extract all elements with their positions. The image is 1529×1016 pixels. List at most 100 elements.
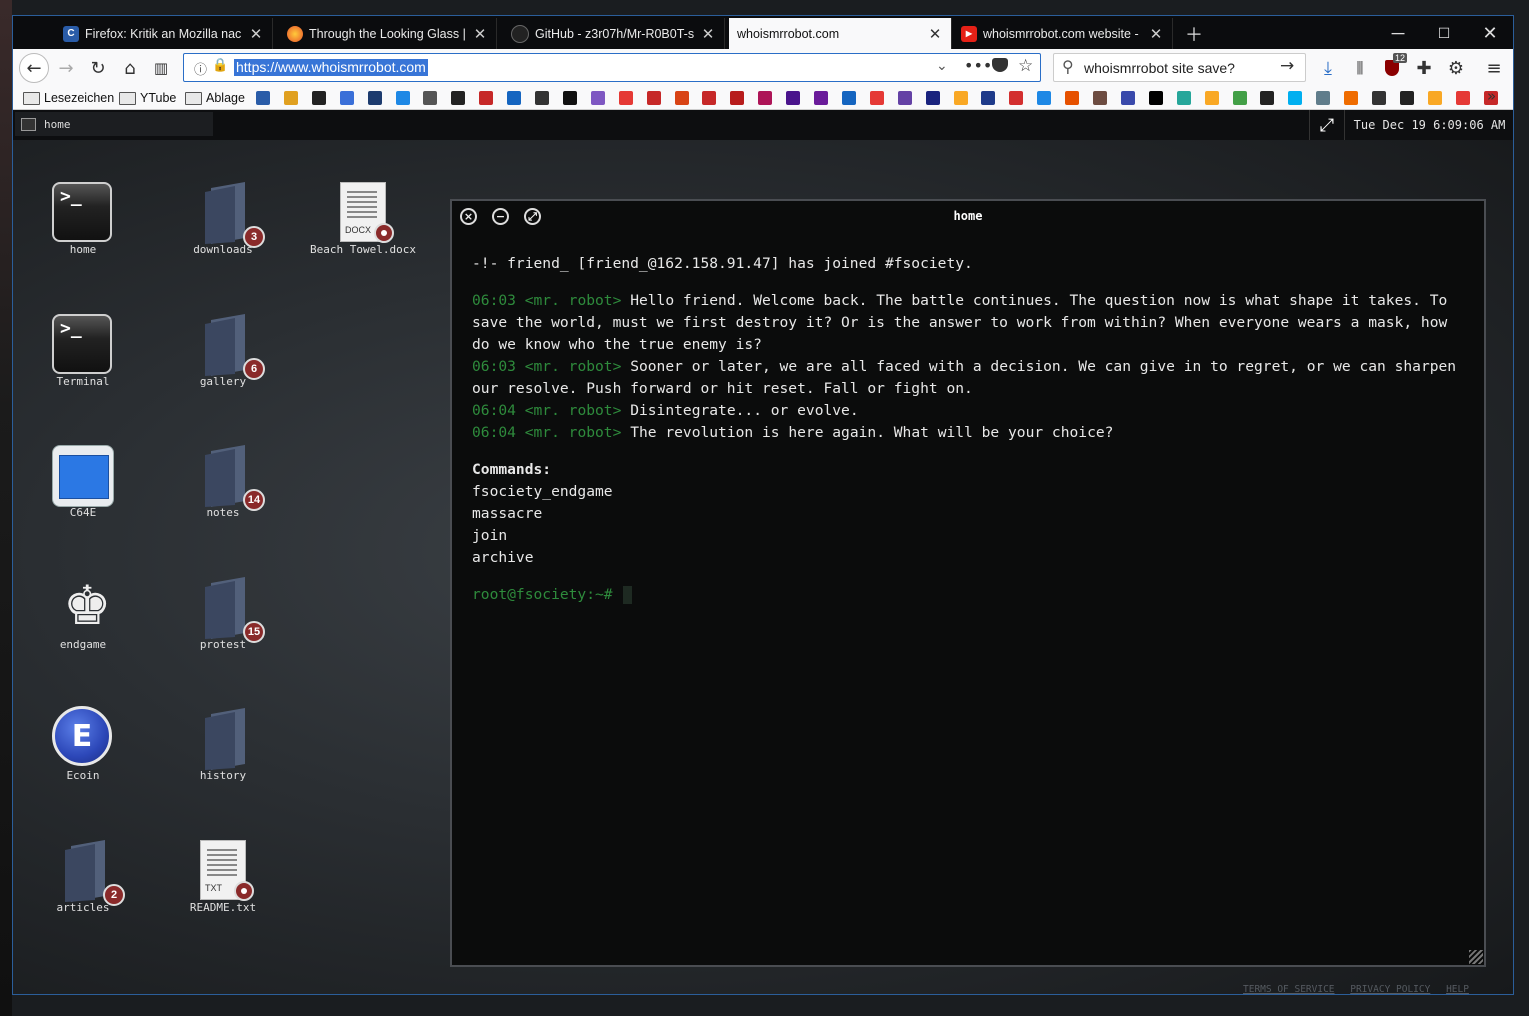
resize-handle[interactable] xyxy=(1469,950,1483,964)
terminal-close-icon[interactable]: × xyxy=(460,208,477,225)
puzzle-icon[interactable]: ✚ xyxy=(1409,53,1439,83)
bookmark-favicon-icon[interactable] xyxy=(562,91,577,105)
bookmark-favicon-icon[interactable] xyxy=(1344,91,1359,105)
window-close-button[interactable]: ✕ xyxy=(1471,18,1509,49)
tab-close-icon[interactable]: ✕ xyxy=(927,25,943,43)
new-tab-button[interactable]: ＋ xyxy=(1175,18,1213,49)
bookmark-favicon-icon[interactable] xyxy=(507,91,522,105)
bookmark-favicon-icon[interactable] xyxy=(1204,91,1219,105)
bookmark-favicon-icon[interactable] xyxy=(925,91,940,105)
bookmark-favicon-icon[interactable] xyxy=(395,91,410,105)
downloads-icon[interactable]: ⤓ xyxy=(1313,53,1343,83)
bookmark-favicon-icon[interactable] xyxy=(1455,91,1470,105)
home-button[interactable]: ⌂ xyxy=(115,53,145,83)
bookmark-favicon-icon[interactable] xyxy=(702,91,717,105)
sidebar-toggle-icon[interactable]: ▥ xyxy=(146,53,176,83)
bookmark-favicon-icon[interactable] xyxy=(814,91,828,105)
desktop-icon-beach-towel[interactable]: DOCX Beach Towel.docx xyxy=(303,161,423,271)
desktop-icon-readme[interactable]: TXT README.txt xyxy=(163,819,283,929)
bookmark-favicon-icon[interactable] xyxy=(1037,91,1052,105)
terminal-minimize-icon[interactable]: − xyxy=(492,208,509,225)
command-item[interactable]: fsociety_endgame xyxy=(472,481,1472,503)
library-icon[interactable]: ⫼ xyxy=(1345,53,1375,83)
bookmark-favicon-icon[interactable] xyxy=(1288,91,1303,105)
reload-button[interactable]: ↻ xyxy=(83,53,113,83)
desktop-icon-home[interactable]: >_ home xyxy=(23,161,143,271)
bookmark-favicon-icon[interactable] xyxy=(590,91,605,105)
bookmark-favicon-icon[interactable] xyxy=(1399,91,1414,105)
bookmark-favicon-icon[interactable] xyxy=(1232,91,1247,105)
terms-of-service-link[interactable]: TERMS OF SERVICE xyxy=(1243,984,1335,995)
bookmark-favicon-icon[interactable] xyxy=(1372,91,1386,105)
bookmark-favicon-icon[interactable] xyxy=(981,91,996,105)
command-item[interactable]: archive xyxy=(472,547,1472,569)
tab-close-icon[interactable]: ✕ xyxy=(1148,25,1164,43)
url-text[interactable]: https://www.whoismrrobot.com xyxy=(234,59,428,76)
bookmark-favicon-icon[interactable] xyxy=(869,91,884,105)
menu-icon[interactable]: ≡ xyxy=(1479,53,1509,83)
bookmark-favicon-icon[interactable] xyxy=(953,91,968,105)
bookmark-favicon-icon[interactable] xyxy=(674,91,689,105)
command-item[interactable]: massacre xyxy=(472,503,1472,525)
bookmark-folder-ablage[interactable]: Ablage xyxy=(185,89,245,107)
info-icon[interactable]: ⓘ xyxy=(194,59,207,78)
terminal-titlebar[interactable]: home × − ⤢ xyxy=(452,201,1484,231)
search-bar[interactable]: ⚲ whoismrrobot site save? → xyxy=(1053,53,1306,82)
bookmark-folder-ytube[interactable]: YTube xyxy=(119,89,176,107)
bookmark-folder-lesezeichen[interactable]: Lesezeichen xyxy=(23,89,114,107)
page-actions-icon[interactable]: ••• xyxy=(964,56,992,75)
desktop-icon-history[interactable]: history xyxy=(163,687,283,797)
bookmark-favicon-icon[interactable] xyxy=(1427,91,1442,105)
terminal-maximize-icon[interactable]: ⤢ xyxy=(524,208,541,225)
bookmark-favicon-icon[interactable] xyxy=(535,91,549,105)
bookmark-favicon-icon[interactable] xyxy=(451,91,466,105)
lock-icon[interactable]: 🔒 xyxy=(212,58,228,73)
bookmark-favicon-icon[interactable] xyxy=(897,91,912,105)
chevron-down-icon[interactable]: ⌄ xyxy=(936,58,948,74)
desktop-icon-notes[interactable]: 14 notes xyxy=(163,424,283,534)
bookmark-favicon-icon[interactable] xyxy=(367,91,382,105)
gear-icon[interactable]: ⚙ xyxy=(1441,53,1471,83)
bookmark-favicon-icon[interactable] xyxy=(841,91,856,105)
bookmark-favicon-icon[interactable] xyxy=(1316,91,1331,105)
fullscreen-icon[interactable]: ⤢ xyxy=(1309,110,1344,140)
bookmark-favicon-icon[interactable] xyxy=(1120,91,1135,105)
desktop-icon-terminal[interactable]: >_ Terminal xyxy=(23,293,143,403)
bookmark-favicon-icon[interactable] xyxy=(256,91,270,105)
bookmark-favicon-icon[interactable] xyxy=(646,91,661,105)
bookmark-favicon-icon[interactable] xyxy=(730,91,745,105)
pocket-icon[interactable] xyxy=(992,58,1008,72)
back-button[interactable]: ← xyxy=(19,53,49,83)
desktop-icon-c64e[interactable]: C64E xyxy=(23,424,143,534)
tab-firefox-kritik[interactable]: C Firefox: Kritik an Mozilla nach V ✕ xyxy=(55,18,273,49)
bookmark-favicon-icon[interactable] xyxy=(283,91,298,105)
maximize-button[interactable]: ☐ xyxy=(1425,18,1463,49)
desktop-icon-gallery[interactable]: 6 gallery xyxy=(163,293,283,403)
bookmark-favicon-icon[interactable] xyxy=(758,91,773,105)
ublock-icon[interactable]: 12 xyxy=(1377,53,1408,83)
bookmark-favicon-icon[interactable] xyxy=(1093,91,1107,105)
help-link[interactable]: HELP xyxy=(1446,984,1469,995)
tab-github[interactable]: GitHub - z3r07h/Mr-R0B0T-s03 ✕ xyxy=(503,18,725,49)
tab-youtube[interactable]: ▶ whoismrrobot.com website - Yo ✕ xyxy=(953,18,1173,49)
bookmark-favicon-icon[interactable] xyxy=(311,91,326,105)
desktop-icon-articles[interactable]: 2 articles xyxy=(23,819,143,929)
bookmark-star-icon[interactable]: ☆ xyxy=(1018,56,1033,76)
search-go-icon[interactable]: → xyxy=(1280,56,1294,76)
bookmark-favicon-icon[interactable] xyxy=(1176,91,1191,105)
tab-looking-glass[interactable]: Through the Looking Glass | Hi ✕ xyxy=(279,18,497,49)
bookmark-favicon-icon[interactable] xyxy=(1148,91,1163,105)
tab-close-icon[interactable]: ✕ xyxy=(248,25,264,43)
desktop-icon-protest[interactable]: 15 protest xyxy=(163,556,283,666)
privacy-policy-link[interactable]: PRIVACY POLICY xyxy=(1350,984,1430,995)
minimize-button[interactable]: ─ xyxy=(1379,18,1417,49)
tab-close-icon[interactable]: ✕ xyxy=(700,25,716,43)
bookmark-favicon-icon[interactable] xyxy=(1009,91,1024,105)
bookmarks-overflow-icon[interactable]: » xyxy=(1487,87,1496,105)
taskbar-item-home[interactable]: home xyxy=(15,112,213,136)
forward-button[interactable]: → xyxy=(51,53,81,83)
bookmark-favicon-icon[interactable] xyxy=(1260,91,1275,105)
desktop-icon-ecoin[interactable]: E Ecoin xyxy=(23,687,143,797)
search-input[interactable]: whoismrrobot site save? xyxy=(1084,60,1235,76)
bookmark-favicon-icon[interactable] xyxy=(1065,91,1080,105)
